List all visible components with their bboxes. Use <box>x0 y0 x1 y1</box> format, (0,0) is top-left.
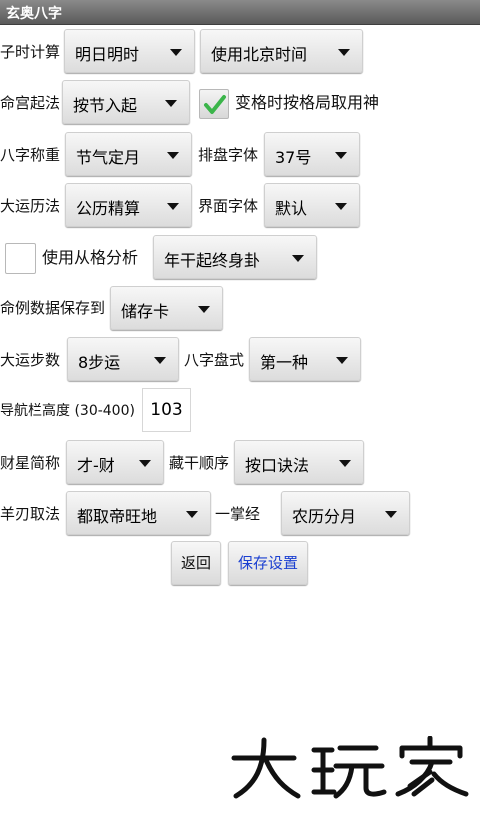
congge-checkbox-label: 使用从格分析 <box>42 248 139 267</box>
chart-layout-select[interactable]: 第一种 <box>249 337 361 381</box>
gua-select[interactable]: 年干起终身卦 <box>153 235 317 279</box>
ui-font-value: 默认 <box>275 199 308 218</box>
checkmark-icon <box>204 95 226 114</box>
app-title: 玄奥八字 <box>6 6 62 22</box>
ui-font-select[interactable]: 默认 <box>264 183 360 227</box>
dayun-steps-value: 8步运 <box>78 353 121 372</box>
dropdown-arrow-icon <box>292 255 304 262</box>
chart-font-value: 37号 <box>275 148 312 167</box>
dropdown-arrow-icon <box>338 49 350 56</box>
dropdown-arrow-icon <box>335 152 347 159</box>
navbar-height-input[interactable]: 103 <box>142 388 191 432</box>
canggan-label: 藏干顺序 <box>169 454 230 472</box>
zishi-day-select[interactable]: 明日明时 <box>64 29 195 73</box>
congge-checkbox[interactable] <box>5 243 36 274</box>
yangren-select[interactable]: 都取帝旺地 <box>66 491 211 535</box>
canggan-value: 按口诀法 <box>245 456 310 475</box>
save-location-label: 命例数据保存到 <box>0 299 106 317</box>
dropdown-arrow-icon <box>170 49 182 56</box>
caixing-value: 才-财 <box>77 456 115 475</box>
back-button[interactable]: 返回 <box>171 541 221 585</box>
yangren-value: 都取帝旺地 <box>77 507 158 526</box>
caixing-label: 财星简称 <box>0 454 61 472</box>
save-settings-button[interactable]: 保存设置 <box>228 541 308 585</box>
bazi-weight-select[interactable]: 节气定月 <box>65 132 192 176</box>
beijing-time-value: 使用北京时间 <box>211 45 308 64</box>
dropdown-arrow-icon <box>167 152 179 159</box>
caixing-select[interactable]: 才-财 <box>66 440 164 484</box>
minggong-value: 按节入起 <box>73 96 138 115</box>
dropdown-arrow-icon <box>339 460 351 467</box>
chart-font-select[interactable]: 37号 <box>264 132 360 176</box>
dayun-calendar-label: 大运历法 <box>0 197 61 215</box>
navbar-height-label: 导航栏高度 (30-400) <box>0 403 135 419</box>
biange-checkbox[interactable] <box>199 89 229 119</box>
chart-layout-label: 八字盘式 <box>184 351 245 369</box>
minggong-label: 命宫起法 <box>0 94 61 112</box>
save-location-value: 储存卡 <box>121 302 170 321</box>
yangren-label: 羊刃取法 <box>0 505 61 523</box>
dropdown-arrow-icon <box>154 357 166 364</box>
beijing-time-select[interactable]: 使用北京时间 <box>200 29 363 73</box>
dropdown-arrow-icon <box>167 203 179 210</box>
canggan-select[interactable]: 按口诀法 <box>234 440 364 484</box>
dropdown-arrow-icon <box>165 100 177 107</box>
dropdown-arrow-icon <box>198 306 210 313</box>
minggong-select[interactable]: 按节入起 <box>62 80 190 124</box>
dayun-calendar-select[interactable]: 公历精算 <box>65 183 192 227</box>
bazi-weight-label: 八字称重 <box>0 146 61 164</box>
ui-font-label: 界面字体 <box>198 197 259 215</box>
dayun-steps-select[interactable]: 8步运 <box>67 337 179 381</box>
dayun-calendar-value: 公历精算 <box>76 199 141 218</box>
bazi-weight-value: 节气定月 <box>76 148 141 167</box>
biange-checkbox-label: 变格时按格局取用神 <box>235 93 380 112</box>
dropdown-arrow-icon <box>186 511 198 518</box>
dropdown-arrow-icon <box>385 511 397 518</box>
watermark-logo <box>231 736 469 799</box>
gua-value: 年干起终身卦 <box>164 251 261 270</box>
zishi-label: 子时计算 <box>0 43 61 61</box>
yizhang-value: 农历分月 <box>292 507 357 526</box>
dayun-steps-label: 大运步数 <box>0 351 61 369</box>
save-location-select[interactable]: 储存卡 <box>110 286 223 330</box>
chart-font-label: 排盘字体 <box>198 146 259 164</box>
zishi-day-value: 明日明时 <box>75 45 140 64</box>
title-bar: 玄奥八字 <box>0 0 480 25</box>
dropdown-arrow-icon <box>336 357 348 364</box>
dropdown-arrow-icon <box>335 203 347 210</box>
dropdown-arrow-icon <box>139 460 151 467</box>
chart-layout-value: 第一种 <box>260 353 309 372</box>
yizhang-select[interactable]: 农历分月 <box>281 491 410 535</box>
yizhang-label: 一掌经 <box>215 505 261 523</box>
